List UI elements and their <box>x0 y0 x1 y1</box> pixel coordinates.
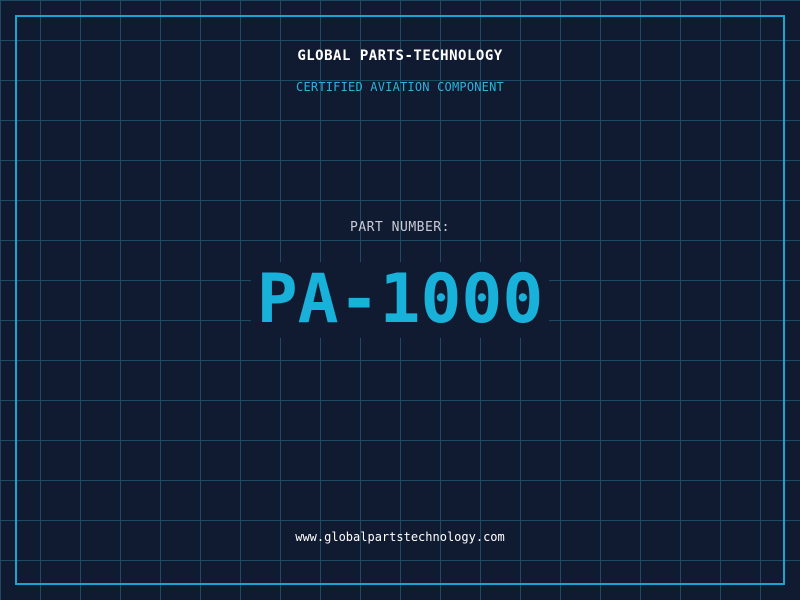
part-certificate-card: GLOBAL PARTS-TECHNOLOGY CERTIFIED AVIATI… <box>0 0 800 600</box>
website-url: www.globalpartstechnology.com <box>295 530 505 544</box>
brand-title: GLOBAL PARTS-TECHNOLOGY <box>297 48 503 64</box>
part-number-label: PART NUMBER: <box>350 220 450 235</box>
part-number-value: PA-1000 <box>250 262 550 338</box>
brand-subtitle: CERTIFIED AVIATION COMPONENT <box>296 80 504 94</box>
part-number-container: PA-1000 <box>0 262 800 338</box>
